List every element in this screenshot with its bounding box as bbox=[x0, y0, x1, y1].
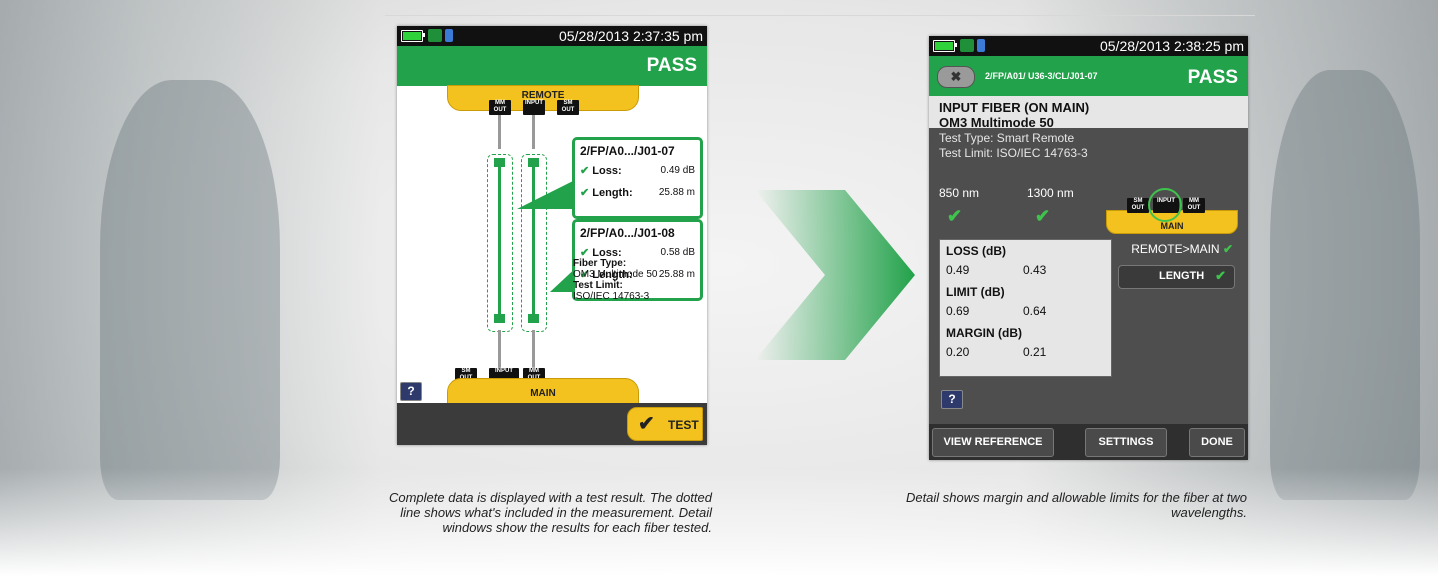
chevron-arrow-icon bbox=[755, 190, 915, 360]
fiber-lead-bottom-right bbox=[532, 330, 535, 370]
fiber-path: 2/FP/A01/ U36-3/CL/J01-07 bbox=[985, 71, 1098, 81]
results-table: LOSS (dB) 0.49 0.43 LIMIT (dB) 0.69 0.64… bbox=[939, 239, 1112, 377]
module-icon bbox=[428, 29, 442, 42]
pass-label: PASS bbox=[1187, 67, 1238, 88]
result-screen: 05/28/2013 2:37:35 pm PASS REMOTE MM OUT… bbox=[397, 26, 707, 445]
datetime: 05/28/2013 2:37:35 pm bbox=[558, 28, 703, 44]
technician-silhouette-left bbox=[100, 80, 280, 500]
caption-right: Detail shows margin and allowable limits… bbox=[905, 490, 1247, 520]
check-icon: ✔ bbox=[580, 187, 590, 199]
test-button-label: TEST bbox=[668, 418, 699, 432]
detail-pointer-1 bbox=[517, 181, 573, 209]
remote-port-sm-out: SM OUT bbox=[557, 100, 579, 115]
footer-bar: VIEW REFERENCE SETTINGS DONE bbox=[929, 424, 1248, 460]
test-button[interactable]: ✔ TEST bbox=[627, 407, 703, 441]
pass-label: PASS bbox=[646, 55, 697, 76]
battery-icon bbox=[401, 30, 423, 42]
settings-button[interactable]: SETTINGS bbox=[1085, 428, 1167, 457]
status-bar: 05/28/2013 2:37:35 pm bbox=[397, 26, 707, 46]
status-bar: 05/28/2013 2:38:25 pm bbox=[929, 36, 1248, 56]
margin-1300: 0.21 bbox=[1023, 345, 1047, 359]
loss-row: ✔ Loss: 0.49 dB bbox=[580, 164, 695, 177]
fiber-link-left bbox=[498, 166, 501, 316]
loss-850: 0.49 bbox=[946, 263, 970, 277]
fiber-lead-top-left bbox=[498, 115, 501, 149]
wavelength-1300: 1300 nm bbox=[1027, 186, 1074, 200]
length-value: 25.88 m bbox=[658, 187, 695, 198]
margin-header: MARGIN (dB) bbox=[946, 326, 1022, 340]
main-port-sm-out: SM OUT bbox=[1127, 198, 1149, 213]
battery-nub bbox=[955, 43, 957, 47]
fiber-lead-top-right bbox=[532, 115, 535, 149]
footer-bar: ✔ TEST bbox=[397, 403, 707, 445]
length-label: Length: bbox=[592, 187, 633, 199]
usb-icon bbox=[445, 29, 453, 42]
result-bar: PASS bbox=[397, 46, 707, 86]
view-reference-button[interactable]: VIEW REFERENCE bbox=[932, 428, 1054, 457]
length-value: 25.88 m bbox=[658, 269, 695, 280]
test-limit-value: ISO/IEC 14763-3 bbox=[573, 291, 650, 302]
test-type: Test Type: Smart Remote bbox=[939, 131, 1075, 145]
loss-label: Loss: bbox=[592, 165, 622, 177]
fiber-type-label: Fiber Type: bbox=[573, 258, 627, 269]
diagram-area: REMOTE MM OUT INPUT SM OUT 2/FP/A0.../J0… bbox=[397, 85, 707, 404]
length-button-label: LENGTH bbox=[1159, 270, 1205, 282]
fiber-header: INPUT FIBER (ON MAIN) OM3 Multimode 50 bbox=[929, 96, 1248, 130]
margin-850: 0.20 bbox=[946, 345, 970, 359]
fiber-type-value: OM3 Multimode 50 bbox=[573, 269, 658, 280]
test-limit: Test Limit: ISO/IEC 14763-3 bbox=[939, 146, 1088, 160]
main-label: MAIN bbox=[1160, 221, 1184, 231]
limit-850: 0.69 bbox=[946, 304, 970, 318]
fiber-lead-bottom-left bbox=[498, 330, 501, 370]
check-icon: ✔ bbox=[1222, 242, 1233, 256]
main-port-mm-out: MM OUT bbox=[1183, 198, 1205, 213]
detail-screen: 05/28/2013 2:38:25 pm ✖ 2/FP/A01/ U36-3/… bbox=[929, 36, 1248, 460]
module-icon bbox=[960, 39, 974, 52]
detail-title: 2/FP/A0.../J01-08 bbox=[580, 226, 675, 240]
remote-port-mm-out: MM OUT bbox=[489, 100, 511, 115]
fiber-header-title: INPUT FIBER (ON MAIN) bbox=[939, 100, 1090, 115]
loss-1300: 0.43 bbox=[1023, 263, 1047, 277]
check-icon: ✔ bbox=[1215, 268, 1226, 283]
result-bar: ✖ 2/FP/A01/ U36-3/CL/J01-07 PASS bbox=[929, 56, 1248, 96]
check-icon: ✔ bbox=[638, 413, 655, 435]
direction-text: REMOTE>MAIN bbox=[1131, 242, 1220, 256]
test-limit-label: Test Limit: bbox=[573, 280, 623, 291]
main-label: MAIN bbox=[530, 388, 556, 399]
length-row: ✔ Length: 25.88 m bbox=[580, 186, 695, 199]
loss-header: LOSS (dB) bbox=[946, 244, 1006, 258]
check-icon: ✔ bbox=[947, 206, 963, 226]
background-fade bbox=[0, 468, 1438, 588]
fiber-info: Fiber Type: OM3 Multimode 50 Test Limit:… bbox=[573, 258, 657, 302]
limit-1300: 0.64 bbox=[1023, 304, 1047, 318]
close-icon: ✖ bbox=[950, 69, 962, 84]
help-button[interactable]: ? bbox=[941, 390, 963, 409]
input-port-highlight bbox=[1148, 188, 1182, 222]
usb-icon bbox=[977, 39, 985, 52]
divider-line bbox=[385, 15, 1255, 16]
main-unit: MAIN bbox=[447, 378, 639, 404]
detail-window-j01-07[interactable]: 2/FP/A0.../J01-07 ✔ Loss: 0.49 dB ✔ Leng… bbox=[572, 137, 703, 219]
direction-label: REMOTE>MAIN ✔ bbox=[1113, 242, 1233, 256]
check-icon: ✔ bbox=[1035, 206, 1051, 226]
done-button[interactable]: DONE bbox=[1189, 428, 1245, 457]
back-button[interactable]: ✖ bbox=[937, 66, 975, 88]
connector-bottom-left bbox=[494, 314, 505, 323]
length-button[interactable]: LENGTH ✔ bbox=[1118, 265, 1235, 289]
caption-left: Complete data is displayed with a test r… bbox=[388, 490, 712, 535]
limit-header: LIMIT (dB) bbox=[946, 285, 1005, 299]
check-icon: ✔ bbox=[580, 165, 590, 177]
remote-port-input: INPUT bbox=[523, 100, 545, 115]
battery-icon bbox=[933, 40, 955, 52]
battery-nub bbox=[423, 33, 425, 37]
loss-value: 0.49 dB bbox=[660, 165, 695, 176]
detail-title: 2/FP/A0.../J01-07 bbox=[580, 144, 675, 158]
wavelength-850: 850 nm bbox=[939, 186, 980, 200]
detail-body: Test Type: Smart Remote Test Limit: ISO/… bbox=[929, 128, 1248, 420]
connector-bottom-right bbox=[528, 314, 539, 323]
datetime: 05/28/2013 2:38:25 pm bbox=[1099, 38, 1244, 54]
loss-value: 0.58 dB bbox=[660, 247, 695, 258]
help-button[interactable]: ? bbox=[400, 382, 422, 401]
technician-silhouette-right bbox=[1270, 70, 1420, 500]
